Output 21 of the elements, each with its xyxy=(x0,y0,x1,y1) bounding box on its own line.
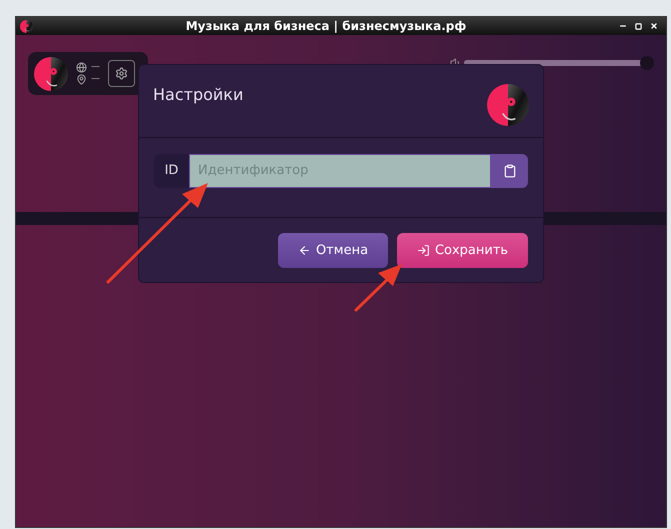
dialog-title: Настройки xyxy=(153,84,244,106)
maximize-icon[interactable] xyxy=(635,22,642,30)
window-title: Музыка для бизнеса | бизнесмузыка.рф xyxy=(186,18,466,35)
id-label: ID xyxy=(154,154,189,188)
paste-button[interactable] xyxy=(491,154,528,188)
annotation-arrow xyxy=(354,264,402,312)
sign-in-icon xyxy=(416,244,430,257)
settings-button[interactable] xyxy=(108,60,135,87)
vinyl-logo-icon xyxy=(34,56,68,90)
globe-icon xyxy=(76,62,87,73)
clipboard-icon xyxy=(502,164,516,178)
network-status: — xyxy=(91,63,100,72)
save-button[interactable]: Сохранить xyxy=(397,233,528,268)
location-status: — xyxy=(91,75,100,84)
close-icon[interactable] xyxy=(650,22,658,30)
settings-icon xyxy=(115,67,128,80)
arrow-left-icon xyxy=(298,244,311,257)
vinyl-logo-icon xyxy=(487,84,529,126)
app-logo-icon xyxy=(20,20,33,32)
cancel-button[interactable]: Отмена xyxy=(278,233,388,268)
location-pin-icon xyxy=(76,74,87,85)
